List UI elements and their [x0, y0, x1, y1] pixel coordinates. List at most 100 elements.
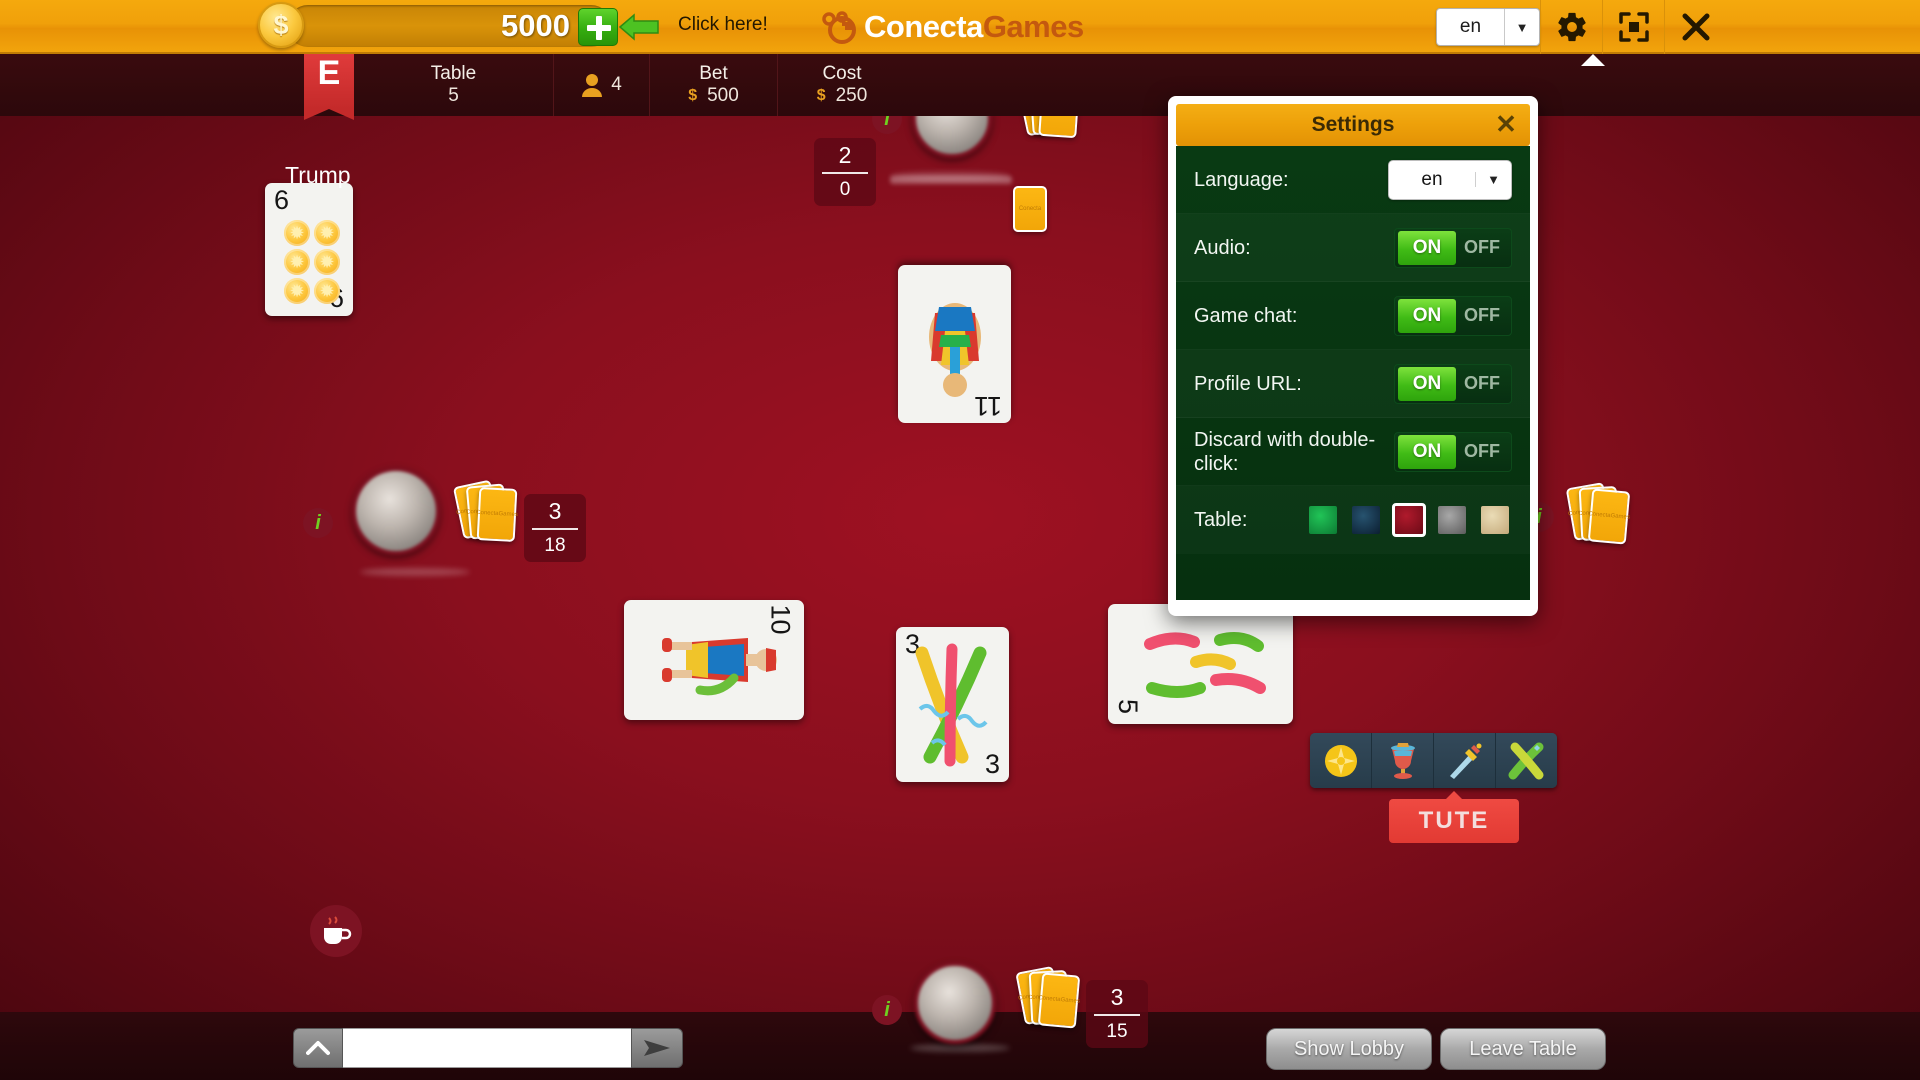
oros-pip: [284, 249, 310, 275]
profile-url-toggle-off[interactable]: OFF: [1456, 373, 1508, 394]
played-card-left: 10: [624, 600, 804, 720]
audio-toggle-off[interactable]: OFF: [1456, 237, 1508, 258]
chevron-down-icon: ▼: [1475, 172, 1511, 187]
settings-close-button[interactable]: ✕: [1492, 110, 1520, 138]
bottom-bar: Show Lobby Leave Table: [0, 1016, 1920, 1080]
chat-input[interactable]: [343, 1028, 631, 1068]
bet-amount: $ 500: [688, 85, 739, 107]
profile-url-toggle[interactable]: ON OFF: [1394, 363, 1512, 404]
add-credits-button[interactable]: [578, 8, 618, 46]
chevron-down-icon: ▼: [1515, 19, 1529, 35]
chat-expand-button[interactable]: [293, 1028, 343, 1068]
audio-toggle[interactable]: ON OFF: [1394, 227, 1512, 268]
cost-label: Cost: [822, 63, 862, 84]
discarded-card-back: Conecta: [1013, 186, 1047, 232]
copas-suit-button[interactable]: [1372, 733, 1434, 788]
game-screen: Trump 6 6 11 10: [0, 0, 1920, 1080]
profile-url-toggle-on[interactable]: ON: [1398, 366, 1456, 401]
oros-pip: [314, 249, 340, 275]
espadas-suit-button[interactable]: [1434, 733, 1496, 788]
score-tricks: 3: [1110, 984, 1124, 1010]
language-setting-label: Language:: [1194, 168, 1289, 191]
bastos-figure: [662, 638, 777, 696]
bastos-suit-icon: [1508, 742, 1543, 779]
played-card-center: 3 3: [896, 627, 1009, 782]
discard-toggle-off[interactable]: OFF: [1456, 441, 1508, 462]
player-score-top: 2 0: [814, 138, 876, 206]
arrow-left-icon: [618, 12, 660, 42]
oros-suit-button[interactable]: [1310, 733, 1372, 788]
cost-currency: $: [816, 87, 826, 104]
table-color-gray[interactable]: [1435, 503, 1469, 537]
player-info-icon[interactable]: i: [303, 508, 333, 538]
cost-value: 250: [835, 85, 868, 106]
table-color-blue[interactable]: [1349, 503, 1383, 537]
settings-gear-button[interactable]: [1540, 0, 1602, 54]
bet-currency: $: [688, 87, 698, 104]
discard-double-click-label: Discard with double-click:: [1194, 428, 1376, 475]
leave-table-button[interactable]: Leave Table: [1440, 1028, 1606, 1070]
game-chat-toggle-on[interactable]: ON: [1398, 298, 1456, 333]
oros-suit-icon: [1324, 744, 1357, 777]
score-points: 18: [544, 535, 566, 556]
audio-toggle-on[interactable]: ON: [1398, 230, 1456, 265]
score-tricks: 2: [838, 142, 852, 168]
players-count-info: 4: [554, 54, 650, 116]
away-coffee-icon[interactable]: [310, 905, 362, 957]
table-info: Table 5: [354, 54, 554, 116]
table-color-green[interactable]: [1306, 503, 1340, 537]
copas-suit-icon: [1390, 742, 1415, 779]
chat-send-button[interactable]: [631, 1028, 683, 1068]
chevron-up-icon: [306, 1041, 330, 1055]
settings-dialog: Settings ✕ Language: en ▼ Audio: ON OFF …: [1168, 96, 1538, 616]
tute-button[interactable]: TUTE: [1389, 791, 1519, 843]
game-info-bar: Table 5 4 Bet $ 500 Cost $ 250: [0, 54, 1920, 116]
coin-icon: $: [258, 2, 304, 48]
language-setting-select[interactable]: en ▼: [1388, 159, 1512, 200]
table-value: 5: [448, 85, 459, 106]
score-tricks: 3: [548, 498, 562, 524]
score-points: 0: [839, 179, 851, 200]
close-icon: [1682, 13, 1709, 41]
language-select[interactable]: en ▼: [1436, 8, 1540, 46]
top-bar: $ 5000 Click here! ConectaGames en ▼: [0, 0, 1920, 54]
fullscreen-button[interactable]: [1602, 0, 1664, 54]
show-lobby-button[interactable]: Show Lobby: [1266, 1028, 1432, 1070]
click-here-label[interactable]: Click here!: [678, 14, 768, 36]
expand-icon: [1618, 12, 1649, 42]
settings-tooltip-arrow: [1581, 54, 1605, 66]
espadas-figure: [929, 303, 981, 397]
rank-badge: E: [304, 54, 354, 120]
setting-row-language: Language: en ▼: [1176, 146, 1530, 214]
close-window-button[interactable]: [1664, 0, 1726, 54]
setting-row-profile-url: Profile URL: ON OFF: [1176, 350, 1530, 418]
logo-text-conecta: Conecta: [864, 9, 983, 44]
oros-pip: [284, 220, 310, 246]
coin-symbol: $: [273, 9, 289, 40]
person-icon: [582, 74, 603, 97]
audio-setting-label: Audio:: [1194, 236, 1251, 259]
conecta-games-logo-icon: [822, 11, 856, 44]
table-color-label: Table:: [1194, 509, 1248, 531]
logo-text: ConectaGames: [864, 9, 1084, 45]
discard-toggle-on[interactable]: ON: [1398, 434, 1456, 469]
language-value: en: [1459, 16, 1482, 37]
table-color-red[interactable]: [1392, 503, 1426, 537]
table-color-tan[interactable]: [1478, 503, 1512, 537]
avatar-shadow: [360, 568, 470, 576]
suit-selector-bar[interactable]: [1310, 733, 1557, 788]
setting-row-audio: Audio: ON OFF: [1176, 214, 1530, 282]
bet-value: 500: [707, 85, 739, 106]
gear-icon: [1557, 12, 1586, 42]
avatar[interactable]: [352, 467, 440, 555]
bastos-pips: [915, 643, 988, 767]
espadas-suit-icon: [1449, 743, 1481, 779]
discard-double-click-toggle[interactable]: ON OFF: [1394, 431, 1512, 472]
player-nametag: [890, 176, 1012, 184]
logo-text-games: Games: [982, 9, 1084, 44]
game-chat-toggle[interactable]: ON OFF: [1394, 295, 1512, 336]
cost-amount: $ 250: [817, 85, 868, 107]
bastos-suit-button[interactable]: [1496, 733, 1557, 788]
game-chat-toggle-off[interactable]: OFF: [1456, 305, 1508, 326]
played-card-right: 5: [1108, 604, 1293, 724]
